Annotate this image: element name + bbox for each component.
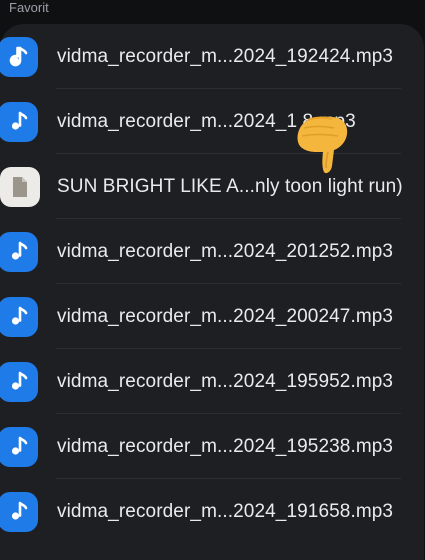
file-list: vidma_recorder_m...2024_192424.mp3 vidma… [0, 24, 425, 544]
list-item[interactable]: vidma_recorder_m...2024_195238.mp3 [0, 414, 425, 479]
music-note-icon [0, 361, 38, 402]
file-name: vidma_recorder_m...2024_200247.mp3 [57, 305, 394, 327]
document-icon [0, 166, 40, 207]
music-note-icon [0, 36, 38, 77]
music-note-icon [0, 231, 38, 272]
list-item[interactable]: vidma_recorder_m...2024_195952.mp3 [0, 349, 425, 414]
file-name: vidma_recorder_m...2024_192424.mp3 [57, 45, 394, 67]
list-item[interactable]: vidma_recorder_m...2024_200247.mp3 [0, 284, 425, 349]
music-note-icon [0, 101, 38, 142]
file-manager-screen: Favorit vidma_recorder_m...2024_192424.m… [0, 0, 425, 560]
list-item[interactable]: SUN BRIGHT LIKE A...nly toon light run) [0, 154, 425, 219]
music-note-icon [0, 426, 38, 467]
file-name: vidma_recorder_m...2024_195952.mp3 [57, 370, 394, 392]
file-name: SUN BRIGHT LIKE A...nly toon light run) [57, 175, 403, 197]
section-label-favorit: Favorit [9, 0, 49, 15]
file-name: vidma_recorder_m...2024_191658.mp3 [57, 500, 394, 522]
music-note-icon [0, 491, 38, 532]
music-note-icon [0, 296, 38, 337]
pointing-finger-icon [297, 116, 348, 174]
file-name: vidma_recorder_m...2024_195238.mp3 [57, 435, 394, 457]
list-item[interactable]: vidma_recorder_m...2024_201252.mp3 [0, 219, 425, 284]
list-item[interactable]: vidma_recorder_m...2024_191658.mp3 [0, 479, 425, 544]
file-name: vidma_recorder_m...2024_201252.mp3 [57, 240, 394, 262]
list-item[interactable]: vidma_recorder_m...2024_1 8.mp3 [0, 89, 425, 154]
list-item[interactable]: vidma_recorder_m...2024_192424.mp3 [0, 24, 425, 89]
